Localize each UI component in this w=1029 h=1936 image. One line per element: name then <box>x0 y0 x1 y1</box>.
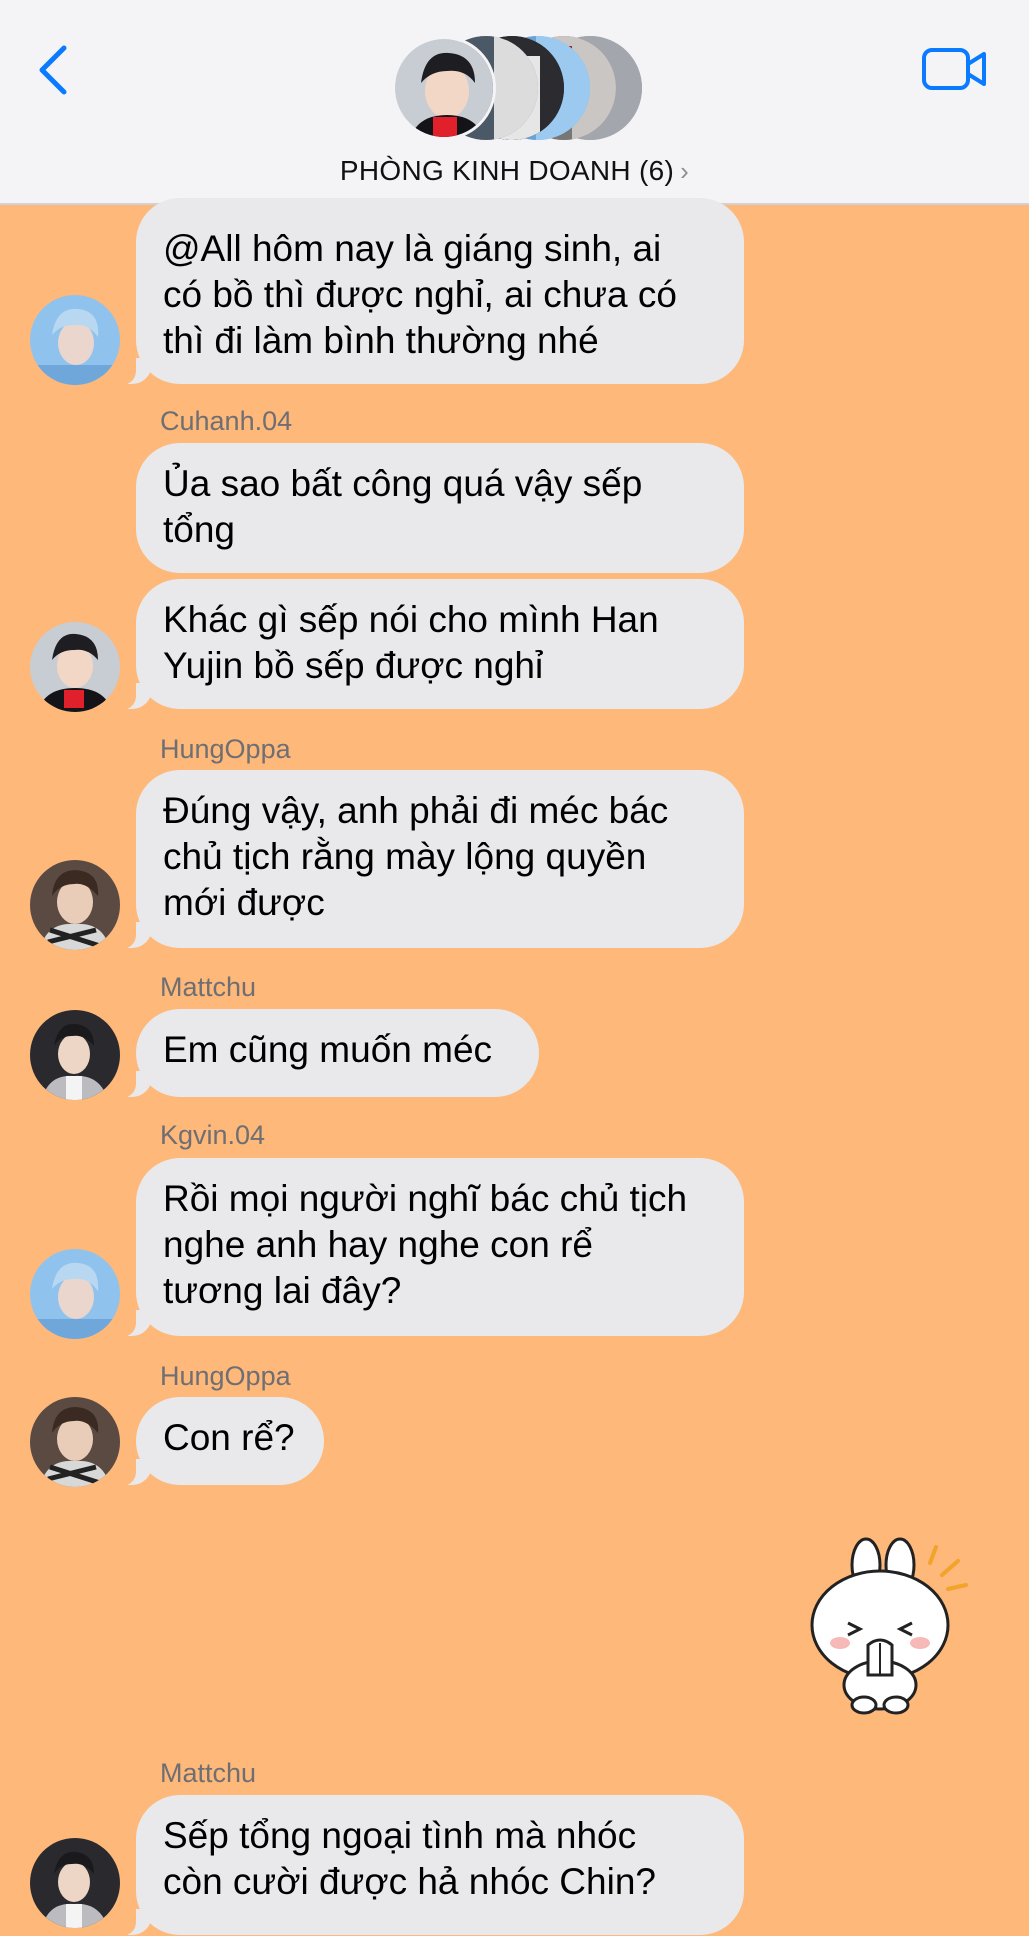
message-text: Yujin bồ sếp được nghỉ <box>163 645 544 686</box>
message-text: Ủa sao bất công quá vậy sếp <box>163 463 643 504</box>
message-bubble[interactable]: Con rể? <box>116 1397 324 1486</box>
avatar[interactable] <box>30 622 120 712</box>
message-text: tổng <box>163 509 236 550</box>
sender-name: Mattchu <box>160 972 257 1002</box>
message-bubble[interactable]: Đúng vậy, anh phải đi méc bác chủ tịch r… <box>116 770 744 949</box>
message-text: Con rể? <box>163 1417 295 1458</box>
message-text: Em cũng muốn méc <box>163 1029 493 1070</box>
group-name: PHÒNG KINH DOANH (6) <box>339 155 675 186</box>
avatar[interactable] <box>30 1010 120 1100</box>
avatar[interactable] <box>30 1249 120 1339</box>
back-button[interactable] <box>30 40 80 100</box>
message-text: có bồ thì được nghỉ, ai chưa có <box>163 274 677 315</box>
avatar[interactable] <box>30 860 120 950</box>
avatar[interactable] <box>30 295 120 385</box>
message-bubble[interactable]: Em cũng muốn méc <box>116 1009 539 1098</box>
message-text: Sếp tổng ngoại tình mà nhóc <box>163 1815 637 1856</box>
chat-header: PHÒNG KINH DOANH (6) › <box>0 0 1029 205</box>
message-bubble[interactable]: Khác gì sếp nói cho mình Han Yujin bồ sế… <box>116 579 744 710</box>
message-text: Rồi mọi người nghĩ bác chủ tịch <box>163 1178 688 1219</box>
sender-name: Mattchu <box>160 1758 257 1788</box>
group-member-avatar <box>392 36 496 140</box>
message-text: thì đi làm bình thường nhé <box>163 320 599 361</box>
message-bubble[interactable]: Sếp tổng ngoại tình mà nhóc còn cười đượ… <box>116 1795 744 1936</box>
avatar[interactable] <box>30 1838 120 1928</box>
message-text: tương lai đây? <box>163 1270 402 1311</box>
chevron-right-icon: › <box>680 156 690 186</box>
message-text: Đúng vậy, anh phải đi méc bác <box>163 790 669 831</box>
message-text: mới được <box>163 882 325 923</box>
sender-name: HungOppa <box>160 734 291 764</box>
message-bubble[interactable]: Rồi mọi người nghĩ bác chủ tịch nghe anh… <box>116 1158 744 1337</box>
message-text: @All hôm nay là giáng sinh, ai <box>163 228 662 269</box>
sender-name: Cuhanh.04 <box>160 406 293 436</box>
message-text: chủ tịch rằng mày lộng quyền <box>163 836 647 877</box>
chevron-left-icon <box>39 45 67 95</box>
video-camera-icon <box>922 48 986 90</box>
sender-name: Kgvin.04 <box>160 1120 266 1150</box>
sender-name: HungOppa <box>160 1361 291 1391</box>
group-avatar-stack[interactable] <box>392 36 642 142</box>
message-text: Khác gì sếp nói cho mình Han <box>163 599 659 640</box>
message-text: còn cười được hả nhóc Chin? <box>163 1861 656 1902</box>
group-name-button[interactable]: PHÒNG KINH DOANH (6) › <box>0 155 1029 187</box>
video-call-button[interactable] <box>920 44 990 94</box>
message-text: nghe anh hay nghe con rể <box>163 1224 593 1265</box>
message-bubble[interactable]: @All hôm nay là giáng sinh, ai có bồ thì… <box>116 198 744 385</box>
bunny-shy-sticker[interactable] <box>800 1535 975 1715</box>
message-bubble[interactable]: Ủa sao bất công quá vậy sếp tổng <box>136 443 744 573</box>
avatar[interactable] <box>30 1397 120 1487</box>
